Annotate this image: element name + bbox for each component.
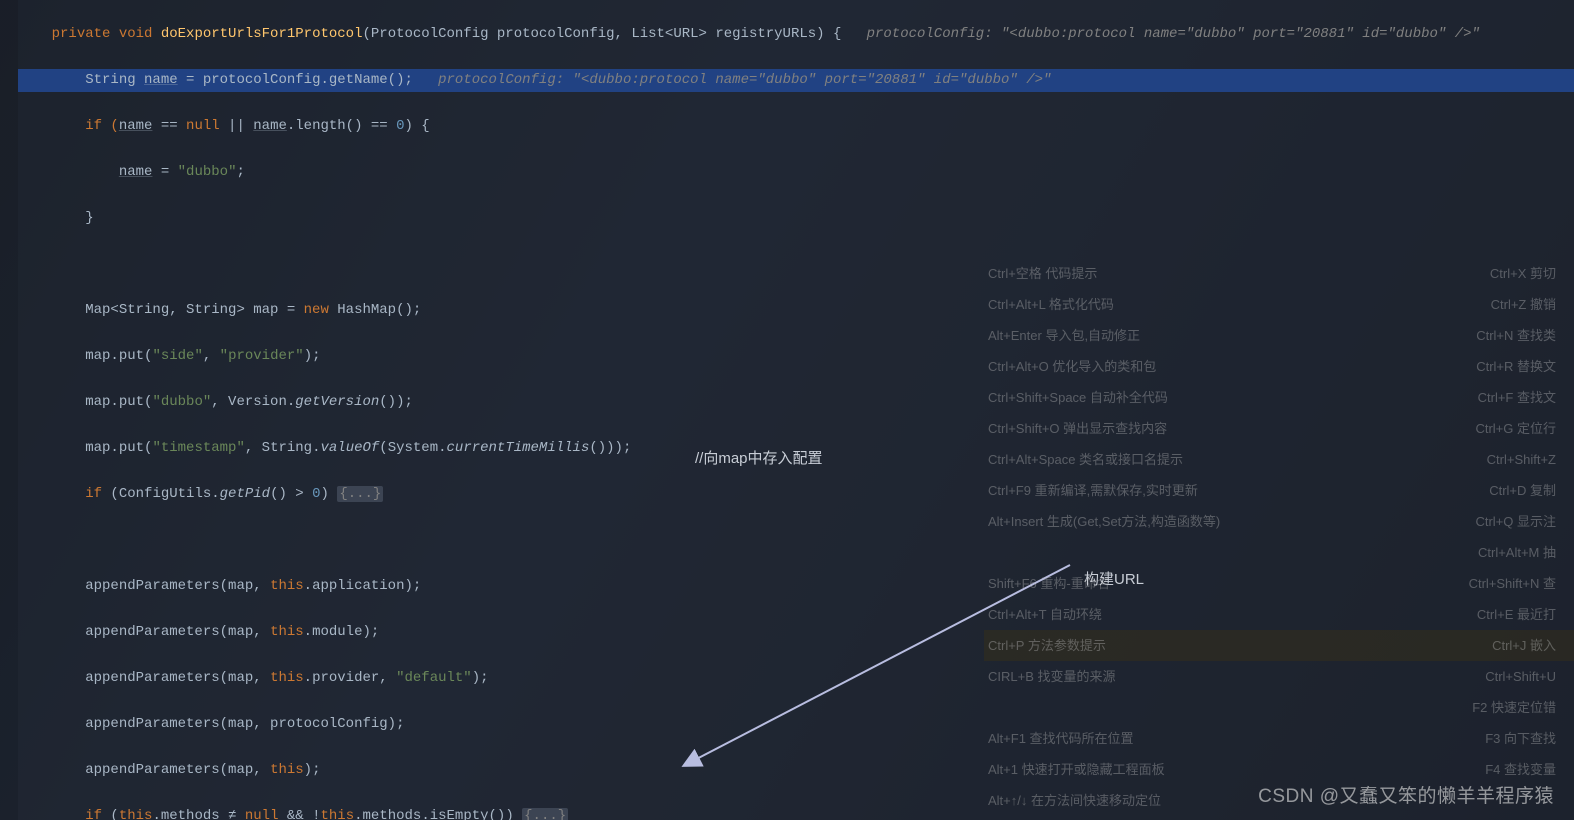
code-fold[interactable]: {...} [522, 808, 568, 820]
modifier-keyword: private void [52, 26, 153, 42]
inline-hint-value: "<dubbo:protocol name="dubbo" port="2088… [1001, 26, 1480, 42]
method-name: doExportUrlsFor1Protocol [161, 26, 363, 42]
annotation-map-config: //向map中存入配置 [695, 447, 823, 470]
code-area[interactable]: private void doExportUrlsFor1Protocol(Pr… [18, 0, 1574, 820]
code-fold[interactable]: {...} [337, 486, 383, 502]
code-editor[interactable]: private void doExportUrlsFor1Protocol(Pr… [0, 0, 1574, 820]
method-params: (ProtocolConfig protocolConfig, List<URL… [362, 26, 841, 42]
watermark: CSDN @又蠢又笨的懒羊羊程序猿 [1258, 785, 1554, 808]
annotation-build-url: 构建URL [1084, 568, 1144, 591]
gutter [0, 0, 18, 820]
inline-hint-label: protocolConfig: [867, 26, 993, 42]
